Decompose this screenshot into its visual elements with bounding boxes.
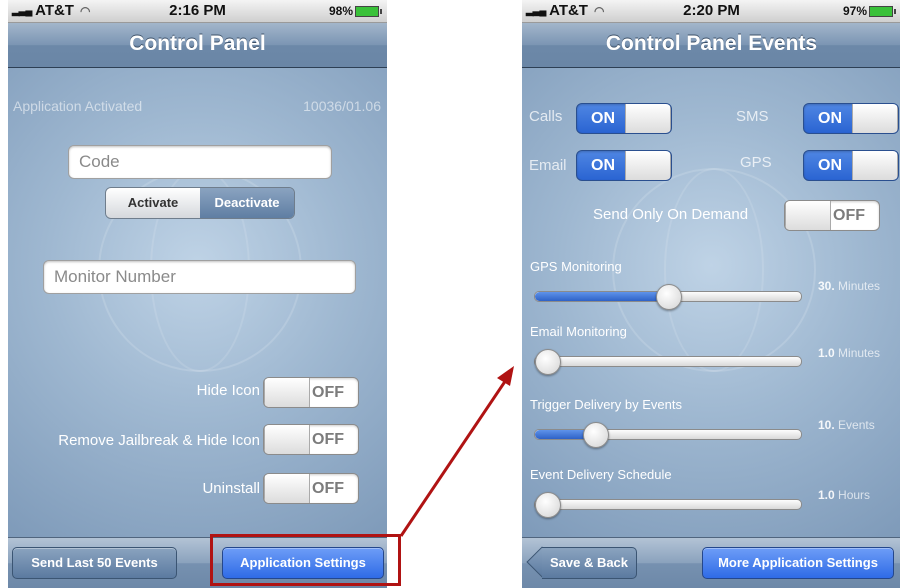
control-panel-events-screen: ▂▃▄ AT&T ◠ 2:20 PM 97% Control Panel Even…	[522, 0, 900, 588]
monitor-number-input[interactable]	[44, 261, 355, 293]
gps-monitoring-slider[interactable]	[534, 284, 802, 310]
toggle-knob	[852, 151, 898, 180]
status-bar: ▂▃▄ AT&T ◠ 2:20 PM 97%	[522, 0, 900, 23]
slider-thumb[interactable]	[583, 422, 610, 448]
toggle-knob	[785, 201, 831, 230]
toggle-knob	[625, 104, 671, 133]
globe-watermark-icon	[612, 168, 816, 372]
content-area: Calls ON SMS ON Email ON GPS ON Send Onl…	[522, 68, 900, 538]
sms-label: SMS	[736, 108, 769, 125]
sms-toggle[interactable]: ON	[803, 103, 899, 134]
hide-icon-toggle[interactable]: OFF	[263, 377, 359, 408]
trigger-delivery-slider[interactable]	[534, 422, 802, 448]
page-title: Control Panel	[129, 32, 266, 55]
save-and-back-label: Save & Back	[542, 547, 637, 579]
battery-icon	[869, 6, 896, 18]
uninstall-toggle[interactable]: OFF	[263, 473, 359, 504]
highlight-box	[210, 534, 401, 586]
deactivate-button[interactable]: Deactivate	[200, 188, 294, 218]
status-bar: ▂▃▄ AT&T ◠ 2:16 PM 98%	[8, 0, 387, 23]
bottom-toolbar: Save & Back More Application Settings	[522, 537, 900, 588]
activation-status: Application Activated	[13, 98, 143, 114]
toggle-knob	[264, 378, 310, 407]
toggle-state: OFF	[312, 480, 344, 497]
battery-indicator: 98%	[329, 4, 382, 18]
slider-fill	[535, 292, 668, 301]
trigger-delivery-value: 10. Events	[818, 418, 875, 432]
gps-monitoring-value: 30. Minutes	[818, 279, 881, 293]
toggle-knob	[852, 104, 898, 133]
email-monitoring-label: Email Monitoring	[530, 324, 627, 339]
toggle-state: ON	[591, 110, 615, 127]
email-monitoring-slider[interactable]	[534, 349, 802, 375]
control-panel-screen: ▂▃▄ AT&T ◠ 2:16 PM 98% Control Panel Appl…	[8, 0, 387, 588]
arrow-icon	[399, 366, 514, 537]
activate-segmented-control[interactable]: Activate Deactivate	[105, 187, 295, 219]
email-toggle[interactable]: ON	[576, 150, 672, 181]
code-input[interactable]	[69, 146, 331, 178]
toggle-state: OFF	[312, 431, 344, 448]
nav-bar: Control Panel	[8, 23, 387, 68]
calls-label: Calls	[529, 108, 563, 125]
toggle-state: ON	[591, 157, 615, 174]
nav-bar: Control Panel Events	[522, 23, 900, 68]
calls-toggle[interactable]: ON	[576, 103, 672, 134]
hide-icon-label: Hide Icon	[196, 382, 260, 399]
version-label: 10036/01.06	[303, 98, 381, 114]
toggle-knob	[264, 474, 310, 503]
content-area: Application Activated 10036/01.06 Activa…	[8, 68, 387, 538]
gps-toggle[interactable]: ON	[803, 150, 899, 181]
page-title: Control Panel Events	[605, 32, 818, 55]
slider-thumb[interactable]	[656, 284, 682, 310]
event-delivery-schedule-label: Event Delivery Schedule	[530, 467, 672, 482]
toggle-state: ON	[818, 110, 842, 127]
more-application-settings-button[interactable]: More Application Settings	[702, 547, 894, 579]
toggle-state: OFF	[833, 207, 865, 224]
battery-icon	[355, 6, 382, 18]
event-delivery-schedule-value: 1.0 Hours	[818, 488, 871, 502]
gps-monitoring-label: GPS Monitoring	[530, 259, 622, 274]
gps-label: GPS	[740, 154, 772, 171]
remove-jailbreak-toggle[interactable]: OFF	[263, 424, 359, 455]
monitor-number-field[interactable]	[43, 260, 356, 294]
slider-thumb[interactable]	[535, 349, 561, 375]
send-last-events-button[interactable]: Send Last 50 Events	[12, 547, 177, 579]
toggle-state: ON	[818, 157, 842, 174]
uninstall-label: Uninstall	[202, 480, 260, 497]
toggle-knob	[264, 425, 310, 454]
send-on-demand-label: Send Only On Demand	[593, 206, 749, 223]
save-and-back-button[interactable]: Save & Back	[526, 546, 637, 579]
activate-button[interactable]: Activate	[106, 188, 200, 218]
battery-indicator: 97%	[843, 4, 896, 18]
code-field[interactable]	[68, 145, 332, 179]
trigger-delivery-label: Trigger Delivery by Events	[530, 397, 682, 412]
toggle-knob	[625, 151, 671, 180]
email-monitoring-value: 1.0 Minutes	[818, 346, 881, 360]
toggle-state: OFF	[312, 384, 344, 401]
remove-jailbreak-label: Remove Jailbreak & Hide Icon	[58, 432, 260, 449]
email-label: Email	[529, 157, 567, 174]
event-delivery-schedule-slider[interactable]	[534, 492, 802, 518]
slider-thumb[interactable]	[535, 492, 561, 518]
send-on-demand-toggle[interactable]: OFF	[784, 200, 880, 231]
